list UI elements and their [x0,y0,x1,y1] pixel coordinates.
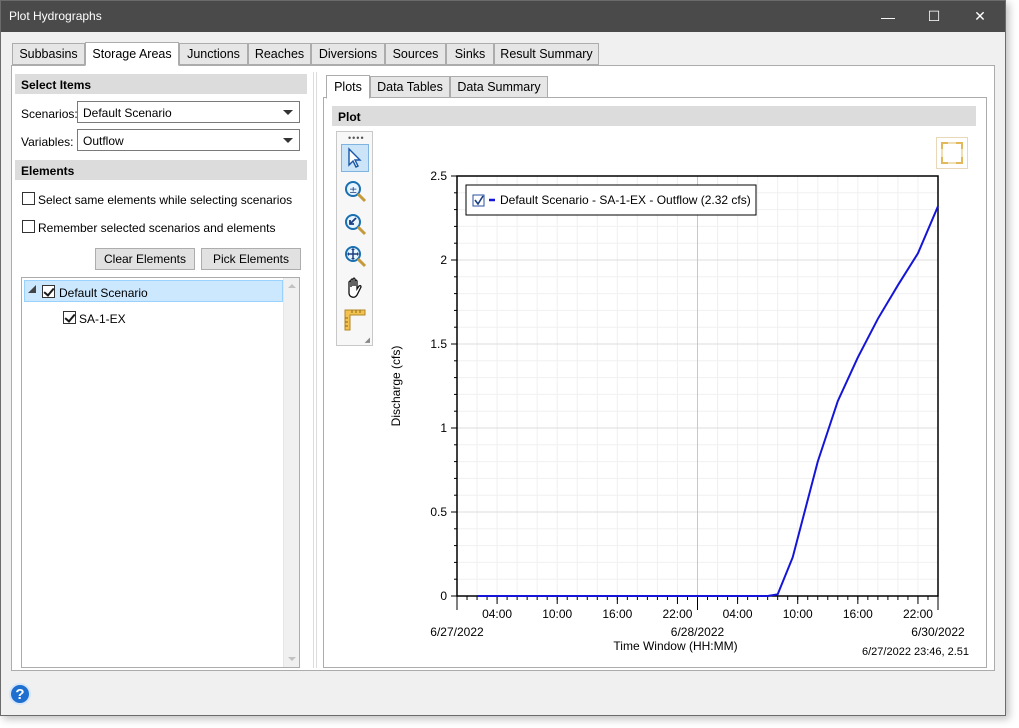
x-date-label: 6/30/2022 [911,625,965,639]
x-tick-label: 04:00 [723,607,753,621]
cursor-status: 6/27/2022 23:46, 2.51 [862,646,970,658]
clear-elements-button[interactable]: Clear Elements [95,248,195,270]
tree-root-checkbox[interactable] [42,285,55,298]
maximize-icon[interactable]: ☐ [911,1,957,32]
hydrograph-chart[interactable]: 0 0.5 1 1.5 2 2.5 04:00 10:00 16:00 22:00 04:00 10:… [380,160,980,660]
tab-junctions[interactable]: Junctions [179,43,248,65]
y-tick-label: 1 [440,421,447,435]
tab-subbasins[interactable]: Subbasins [12,43,85,65]
chevron-down-icon [283,110,293,115]
tab-plots[interactable]: Plots [326,75,370,99]
pane-splitter[interactable] [313,72,317,668]
remember-selected-label: Remember selected scenarios and elements [38,221,276,235]
y-tick-label: 0 [440,589,447,603]
tab-data-tables[interactable]: Data Tables [370,76,450,98]
measure-icon[interactable] [341,306,369,334]
title-bar: Plot Hydrographs — ☐ ✕ [1,1,1005,32]
tree-scrollbar[interactable] [283,278,299,667]
x-tick-label: 16:00 [843,607,873,621]
x-tick-label: 04:00 [482,607,512,621]
close-icon[interactable]: ✕ [957,1,1003,32]
select-same-elements-checkbox[interactable] [22,192,35,205]
variables-label: Variables: [21,135,74,149]
y-tick-label: 0.5 [430,505,447,519]
tab-storage-areas[interactable]: Storage Areas [85,42,179,66]
chevron-down-icon [283,138,293,143]
elements-header: Elements [15,160,307,180]
x-tick-label: 10:00 [783,607,813,621]
x-tick-label: 22:00 [903,607,933,621]
x-tick-label: 16:00 [602,607,632,621]
window-title: Plot Hydrographs [9,9,102,23]
scroll-down-icon[interactable] [288,657,296,661]
remember-selected-checkbox[interactable] [22,220,35,233]
variables-dropdown[interactable]: Outflow [77,129,300,151]
y-axis-label: Discharge (cfs) [389,346,403,427]
toolbar-resize-icon: ◢ [364,337,370,344]
plot-header: Plot [332,106,976,126]
x-date-label: 6/28/2022 [671,625,725,639]
y-tick-label: 2 [440,253,447,267]
tree-root-label[interactable]: Default Scenario [59,286,148,300]
zoom-extents-icon[interactable] [341,242,369,270]
zoom-previous-icon[interactable] [341,210,369,238]
pick-elements-button[interactable]: Pick Elements [201,248,301,270]
variables-value: Outflow [83,134,124,148]
help-icon[interactable]: ? [9,683,31,705]
tab-diversions[interactable]: Diversions [311,43,385,65]
toolbar-grip-icon[interactable]: •••• [348,133,365,143]
pan-hand-icon[interactable] [341,274,369,302]
scroll-up-icon[interactable] [288,284,296,288]
select-same-elements-label: Select same elements while selecting sce… [38,193,293,207]
tab-sources[interactable]: Sources [385,43,446,65]
expand-arrow-icon[interactable] [28,285,36,293]
tab-sinks[interactable]: Sinks [446,43,494,65]
x-tick-label: 10:00 [542,607,572,621]
elements-tree[interactable]: Default Scenario SA-1-EX [21,277,300,668]
scenarios-label: Scenarios: [21,107,78,121]
legend-label: Default Scenario - SA-1-EX - Outflow (2.… [500,193,751,207]
x-axis-label: Time Window (HH:MM) [613,639,737,653]
minimize-icon[interactable]: — [865,1,911,32]
y-tick-label: 1.5 [430,337,447,351]
tab-result-summary[interactable]: Result Summary [494,43,599,65]
scenarios-dropdown[interactable]: Default Scenario [77,101,300,123]
zoom-icon[interactable]: ± [341,177,369,205]
pointer-icon[interactable] [341,144,369,172]
x-tick-label: 22:00 [662,607,692,621]
svg-text:±: ± [349,185,357,196]
y-tick-label: 2.5 [430,169,447,183]
tree-child-label[interactable]: SA-1-EX [79,312,126,326]
tab-data-summary[interactable]: Data Summary [450,76,548,98]
select-items-header: Select Items [15,74,307,94]
scenarios-value: Default Scenario [83,106,172,120]
x-date-label: 6/27/2022 [430,625,484,639]
tab-reaches[interactable]: Reaches [248,43,311,65]
plot-toolbar: •••• ± ◢ [336,131,373,346]
tree-child-checkbox[interactable] [63,311,76,324]
